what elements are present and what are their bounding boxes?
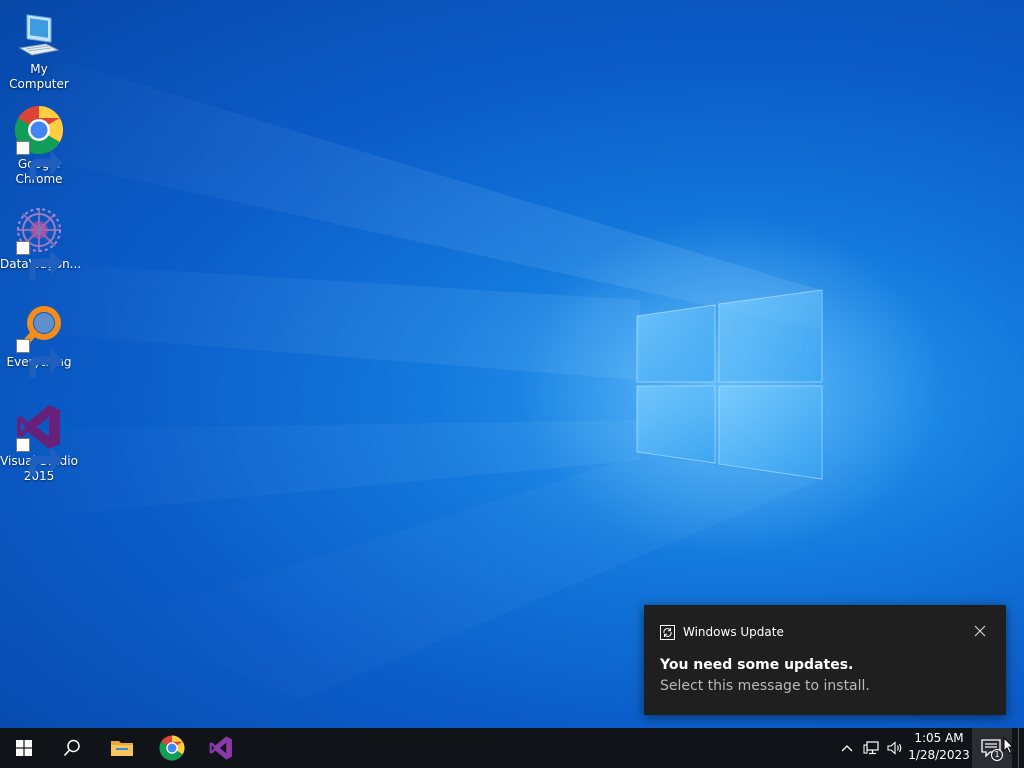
desktop-icon-visual-studio[interactable]: Visual Studio 2015 xyxy=(0,402,78,484)
show-desktop-button[interactable] xyxy=(1018,728,1024,768)
start-button[interactable] xyxy=(0,728,48,768)
shortcut-arrow-icon xyxy=(16,241,63,280)
folder-icon xyxy=(111,741,133,756)
datawagon-icon xyxy=(14,205,64,280)
toast-app-header: Windows Update xyxy=(660,624,784,640)
shortcut-arrow-icon xyxy=(16,438,63,477)
desktop[interactable]: My Computer Google Chrome xyxy=(0,0,1024,768)
volume-button[interactable] xyxy=(884,728,906,768)
visual-studio-icon xyxy=(209,736,232,760)
update-sync-icon xyxy=(660,624,675,640)
clock-date: 1/28/2023 xyxy=(908,748,970,762)
taskbar-visual-studio[interactable] xyxy=(197,728,245,768)
desktop-icon-everything[interactable]: Everything xyxy=(0,303,78,378)
search-button[interactable] xyxy=(48,728,96,768)
notification-count-badge: 1 xyxy=(994,750,1000,759)
chrome-icon xyxy=(159,735,185,761)
visual-studio-icon xyxy=(14,402,64,477)
show-hidden-icons-button[interactable] xyxy=(838,728,856,768)
shortcut-arrow-icon xyxy=(16,141,63,180)
taskbar-chrome[interactable] xyxy=(148,728,196,768)
everything-search-icon xyxy=(14,303,64,378)
taskbar-file-explorer[interactable] xyxy=(98,728,146,768)
desktop-icon-label: My Computer xyxy=(9,62,69,91)
desktop-icon-google-chrome[interactable]: Google Chrome xyxy=(0,105,78,187)
network-button[interactable] xyxy=(860,728,882,768)
desktop-icon-datawagon[interactable]: DataWagon... xyxy=(0,205,81,280)
toast-body: Select this message to install. xyxy=(660,678,870,694)
search-icon xyxy=(63,739,80,757)
windows-logo-icon xyxy=(16,740,32,756)
network-icon xyxy=(863,741,879,755)
taskbar: 1:05 AM 1/28/2023 1 xyxy=(0,728,1024,768)
toast-app-name: Windows Update xyxy=(683,625,784,639)
volume-icon xyxy=(887,741,902,755)
mouse-cursor-icon xyxy=(1003,737,1015,755)
shortcut-arrow-icon xyxy=(16,339,63,378)
close-icon[interactable] xyxy=(972,623,988,639)
chrome-icon xyxy=(14,105,64,180)
computer-icon xyxy=(14,10,64,60)
toast-title: You need some updates. xyxy=(660,657,854,673)
taskbar-clock[interactable]: 1:05 AM 1/28/2023 xyxy=(906,730,972,766)
desktop-icon-my-computer[interactable]: My Computer xyxy=(0,10,78,92)
windows-update-toast[interactable]: Windows Update You need some updates. Se… xyxy=(644,605,1006,715)
clock-time: 1:05 AM xyxy=(914,731,964,745)
chevron-up-icon xyxy=(841,745,853,752)
